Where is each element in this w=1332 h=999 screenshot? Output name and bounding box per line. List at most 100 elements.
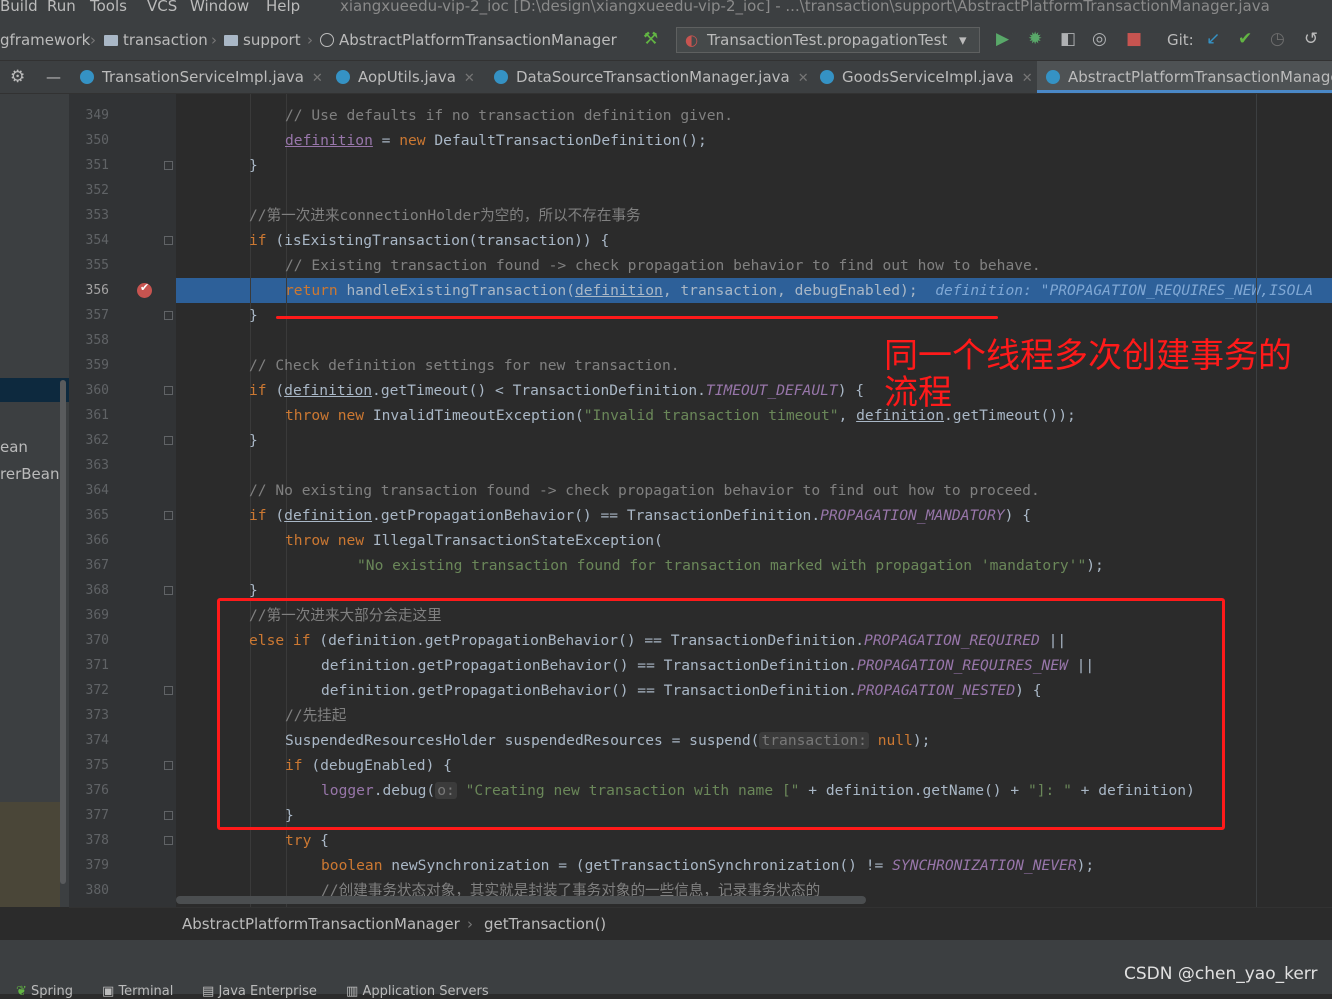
class-icon bbox=[494, 70, 508, 84]
folder-icon bbox=[224, 35, 238, 46]
tab-goods-service-impl[interactable]: GoodsServiceImpl.java ✕ bbox=[820, 61, 1033, 93]
line-number: 353 bbox=[85, 208, 109, 223]
code-token: boolean bbox=[321, 857, 383, 874]
line-number: 366 bbox=[85, 533, 109, 548]
nav-crumb-support[interactable]: support bbox=[224, 31, 301, 49]
panel-scrollbar[interactable] bbox=[60, 380, 66, 884]
tab-label: DataSourceTransactionManager.java bbox=[516, 68, 790, 86]
minimize-icon[interactable]: — bbox=[46, 61, 61, 93]
line-number: 351 bbox=[85, 158, 109, 173]
java-enterprise-tool-button[interactable]: ▤ Java Enterprise bbox=[202, 984, 317, 999]
code-line-357: } bbox=[249, 303, 258, 328]
git-label: Git: bbox=[1167, 31, 1194, 49]
breadcrumb-class[interactable]: AbstractPlatformTransactionManager bbox=[182, 915, 460, 933]
fold-icon[interactable] bbox=[164, 686, 173, 695]
line-number: 356 bbox=[85, 283, 109, 298]
code-token: if bbox=[249, 232, 267, 249]
chevron-right-icon: › bbox=[307, 31, 313, 49]
code-token: SYNCHRONIZATION_NEVER bbox=[892, 857, 1077, 874]
build-hammer-icon[interactable]: ⚒ bbox=[643, 29, 658, 49]
code-token: InvalidTimeoutException( bbox=[364, 407, 584, 424]
coverage-icon[interactable]: ◧ bbox=[1060, 29, 1076, 49]
navigation-bar: gframework › transaction › support › Abs… bbox=[0, 22, 1332, 61]
fold-icon[interactable] bbox=[164, 586, 173, 595]
annotation-underline bbox=[276, 316, 998, 319]
tab-aop-utils[interactable]: AopUtils.java ✕ bbox=[336, 61, 475, 93]
line-number: 360 bbox=[85, 383, 109, 398]
spring-tool-button[interactable]: ❦ Spring bbox=[16, 984, 73, 999]
profile-icon[interactable]: ◎ bbox=[1092, 29, 1107, 49]
nav-crumb-class[interactable]: AbstractPlatformTransactionManager bbox=[320, 31, 617, 49]
close-icon[interactable]: ✕ bbox=[798, 71, 809, 86]
horizontal-scrollbar[interactable] bbox=[176, 896, 866, 904]
line-number: 379 bbox=[85, 858, 109, 873]
line-number: 350 bbox=[85, 133, 109, 148]
git-history-icon[interactable]: ◷ bbox=[1270, 29, 1285, 49]
breadcrumb-method[interactable]: getTransaction() bbox=[484, 915, 606, 933]
line-number: 354 bbox=[85, 233, 109, 248]
run-configuration-select[interactable]: ◐ TransactionTest.propagationTest ▾ bbox=[676, 27, 980, 53]
code-token: , transaction, debugEnabled); bbox=[662, 282, 918, 299]
menu-tools[interactable]: Tools bbox=[90, 0, 127, 15]
comment-text: // Check definition settings for new tra… bbox=[249, 357, 680, 374]
fold-icon[interactable] bbox=[164, 386, 173, 395]
git-commit-icon[interactable]: ✔ bbox=[1238, 29, 1252, 49]
code-token: return bbox=[285, 282, 338, 299]
tree-item[interactable]: rerBean bbox=[0, 465, 59, 483]
line-number: 355 bbox=[85, 258, 109, 273]
fold-icon[interactable] bbox=[164, 311, 173, 320]
application-servers-tool-button[interactable]: ▥ Application Servers bbox=[346, 984, 489, 999]
line-number: 363 bbox=[85, 458, 109, 473]
menu-window[interactable]: Window bbox=[190, 0, 249, 15]
tab-abstract-platform-transaction-manager[interactable]: AbstractPlatformTransactionManage bbox=[1037, 61, 1332, 93]
menu-run[interactable]: Run bbox=[47, 0, 76, 15]
tab-datasource-transaction-manager[interactable]: DataSourceTransactionManager.java ✕ bbox=[494, 61, 809, 93]
line-number: 362 bbox=[85, 433, 109, 448]
comment-text: // No existing transaction found -> chec… bbox=[249, 482, 1040, 499]
close-icon[interactable]: ✕ bbox=[1022, 71, 1033, 86]
code-token: newSynchronization = (getTransactionSync… bbox=[382, 857, 893, 874]
debug-icon[interactable]: ✹ bbox=[1028, 29, 1042, 49]
tree-item[interactable]: ean bbox=[0, 438, 28, 456]
fold-icon[interactable] bbox=[164, 836, 173, 845]
menu-build[interactable]: Build bbox=[0, 0, 38, 15]
fold-icon[interactable] bbox=[164, 436, 173, 445]
line-number: 373 bbox=[85, 708, 109, 723]
run-configuration-label: TransactionTest.propagationTest bbox=[707, 31, 948, 49]
fold-icon[interactable] bbox=[164, 511, 173, 520]
tab-label: AbstractPlatformTransactionManage bbox=[1068, 68, 1332, 86]
fold-icon[interactable] bbox=[164, 161, 173, 170]
code-line-379: boolean newSynchronization = (getTransac… bbox=[321, 853, 1094, 878]
folder-icon bbox=[104, 35, 118, 46]
line-number: 361 bbox=[85, 408, 109, 423]
tab-transation-service-impl[interactable]: TransationServiceImpl.java ✕ bbox=[80, 61, 323, 93]
git-rollback-icon[interactable]: ↺ bbox=[1304, 29, 1318, 49]
code-token: ( bbox=[266, 382, 285, 399]
stop-icon[interactable]: ■ bbox=[1126, 29, 1142, 49]
close-icon[interactable]: ✕ bbox=[312, 71, 323, 86]
menu-vcs[interactable]: VCS bbox=[147, 0, 177, 15]
menu-help[interactable]: Help bbox=[266, 0, 300, 15]
code-token: handleExistingTransaction( bbox=[337, 282, 575, 299]
nav-crumb-transaction[interactable]: transaction bbox=[104, 31, 208, 49]
run-icon[interactable]: ▶ bbox=[996, 29, 1009, 49]
terminal-tool-button[interactable]: ▣ Terminal bbox=[102, 984, 173, 999]
code-token: .getTimeout() < TransactionDefinition. bbox=[372, 382, 706, 399]
nav-crumb-framework[interactable]: gframework bbox=[0, 31, 90, 49]
fold-icon[interactable] bbox=[164, 236, 173, 245]
code-token: } bbox=[249, 157, 258, 174]
code-token: throw new bbox=[285, 532, 365, 549]
close-icon[interactable]: ✕ bbox=[464, 71, 475, 86]
chevron-right-icon: › bbox=[211, 31, 217, 49]
code-token: ) { bbox=[1004, 507, 1032, 524]
selected-tree-row[interactable] bbox=[0, 378, 69, 402]
fold-icon[interactable] bbox=[164, 811, 173, 820]
git-update-icon[interactable]: ↙ bbox=[1206, 29, 1220, 49]
fold-icon[interactable] bbox=[164, 761, 173, 770]
tab-label: GoodsServiceImpl.java bbox=[842, 68, 1014, 86]
code-line-353: //第一次进来connectionHolder为空的，所以不存在事务 bbox=[249, 203, 641, 228]
settings-gear-icon[interactable]: ⚙ bbox=[10, 61, 25, 93]
code-line-350: definition = new DefaultTransactionDefin… bbox=[285, 128, 707, 153]
menu-bar: Build Run Tools VCS Window Help xiangxue… bbox=[0, 0, 1332, 22]
annotation-box bbox=[217, 598, 1225, 830]
